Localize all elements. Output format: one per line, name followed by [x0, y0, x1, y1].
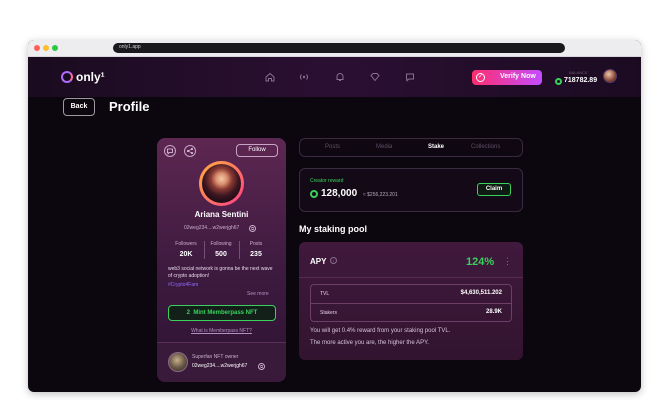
- verify-icon: ✓: [476, 73, 485, 82]
- top-nav-bar: only¹ ✓ Verify Now BALANCE 718782.89: [28, 57, 641, 97]
- creator-reward-usd: ≈ $256,223.201: [363, 192, 398, 198]
- creator-reward-amount: 128,000: [321, 188, 358, 199]
- owner-address: 02weg234....w2werjgh67: [192, 363, 248, 369]
- stat-value: 20K: [179, 251, 193, 258]
- coin-icon: [310, 190, 318, 198]
- stat-posts[interactable]: Posts 235: [241, 241, 271, 258]
- copy-owner-address-icon[interactable]: ⧉: [258, 363, 265, 370]
- balance-amount: 718782.89: [564, 77, 598, 84]
- app-logo[interactable]: only¹: [61, 70, 105, 84]
- url-text: only1.app: [119, 44, 141, 50]
- apy-value: 124%: [466, 256, 495, 268]
- see-more-link[interactable]: See more: [247, 291, 269, 297]
- message-icon[interactable]: [164, 145, 176, 157]
- broadcast-icon[interactable]: [298, 71, 310, 83]
- page-title: Profile: [109, 99, 150, 114]
- browser-chrome: only1.app: [28, 40, 641, 57]
- close-window-dot[interactable]: [34, 45, 40, 51]
- creator-reward-label: Creator reward: [310, 178, 344, 184]
- tab-collections[interactable]: Collections: [471, 144, 500, 150]
- staking-pool-card: APY i 124% ⋮ TVL $4,630,511.202 Stakers …: [299, 242, 523, 360]
- stakers-label: Stakers: [320, 310, 337, 316]
- tab-posts[interactable]: Posts: [325, 144, 340, 150]
- tvl-value: $4,630,511.202: [460, 290, 502, 296]
- profile-name: Ariana Sentini: [194, 210, 249, 219]
- apy-label: APY: [310, 257, 327, 266]
- stat-divider: [204, 241, 205, 259]
- divider: [311, 303, 511, 304]
- user-avatar[interactable]: [603, 69, 617, 83]
- stat-label: Posts: [249, 241, 263, 247]
- mint-count-badge: 2: [186, 310, 190, 316]
- staking-note-1: You will get 0.4% reward from your staki…: [310, 328, 451, 334]
- tab-media[interactable]: Media: [376, 144, 392, 150]
- staking-pool-title: My staking pool: [299, 224, 368, 234]
- profile-card: Follow Ariana Sentini 02weg234....w2werj…: [157, 138, 286, 382]
- home-icon[interactable]: [264, 71, 276, 83]
- stat-value: 500: [215, 251, 227, 258]
- bio-hashtag-link[interactable]: #Crypto4Fam: [168, 282, 198, 288]
- owner-label: Superfan NFT owner: [192, 354, 239, 360]
- more-options-icon[interactable]: ⋮: [503, 256, 512, 267]
- address-bar[interactable]: only1.app: [113, 43, 565, 53]
- verify-now-button[interactable]: ✓ Verify Now: [472, 70, 542, 85]
- stat-followers[interactable]: Followers 20K: [171, 241, 201, 258]
- creator-reward-card: Creator reward 128,000 ≈ $256,223.201 Cl…: [299, 168, 523, 212]
- mint-memberpass-button[interactable]: 2 Mint Memberpass NFT: [168, 305, 276, 321]
- stakers-value: 28.9K: [485, 309, 502, 315]
- app-window: only1.app only¹ ✓ Verify Now BALANCE 718…: [28, 40, 641, 392]
- back-button[interactable]: Back: [63, 98, 95, 116]
- profile-bio: web3 social network is gonna be the next…: [168, 266, 273, 279]
- copy-address-icon[interactable]: ⧉: [249, 225, 256, 232]
- balance-label: BALANCE: [569, 70, 588, 75]
- profile-photo: [202, 164, 241, 203]
- verify-now-label: Verify Now: [500, 73, 536, 80]
- divider: [299, 277, 523, 278]
- bell-icon[interactable]: [334, 71, 346, 83]
- coin-icon: [555, 78, 562, 85]
- nft-owner-box: Superfan NFT owner 02weg234....w2werjgh6…: [157, 342, 286, 382]
- logo-ring-icon: [61, 71, 73, 83]
- tvl-label: TVL: [320, 291, 330, 297]
- memberpass-info-link[interactable]: What is Memberpass NFT?: [157, 328, 286, 334]
- profile-tabs: Posts Media Stake Collections: [299, 138, 523, 157]
- profile-wallet-address: 02weg234....w2werjgh67: [184, 225, 240, 231]
- profile-avatar[interactable]: [199, 161, 244, 206]
- diamond-icon[interactable]: [369, 71, 381, 83]
- stat-following[interactable]: Following 500: [206, 241, 236, 258]
- maximize-window-dot[interactable]: [52, 45, 58, 51]
- logo-text: only¹: [76, 70, 105, 84]
- mint-button-label: Mint Memberpass NFT: [193, 310, 258, 316]
- tab-stake[interactable]: Stake: [428, 144, 444, 150]
- stat-divider: [239, 241, 240, 259]
- share-icon[interactable]: [184, 145, 196, 157]
- pool-stats-box: TVL $4,630,511.202 Stakers 28.9K: [310, 284, 512, 322]
- stat-value: 235: [250, 251, 262, 258]
- follow-button[interactable]: Follow: [236, 144, 278, 157]
- stat-label: Followers: [175, 241, 197, 247]
- chat-icon[interactable]: [404, 71, 416, 83]
- minimize-window-dot[interactable]: [43, 45, 49, 51]
- info-icon[interactable]: i: [330, 257, 337, 264]
- staking-note-2: The more active you are, the higher the …: [310, 340, 429, 346]
- stat-label: Following: [210, 241, 232, 247]
- owner-avatar[interactable]: [168, 352, 188, 372]
- claim-button[interactable]: Claim: [477, 183, 511, 196]
